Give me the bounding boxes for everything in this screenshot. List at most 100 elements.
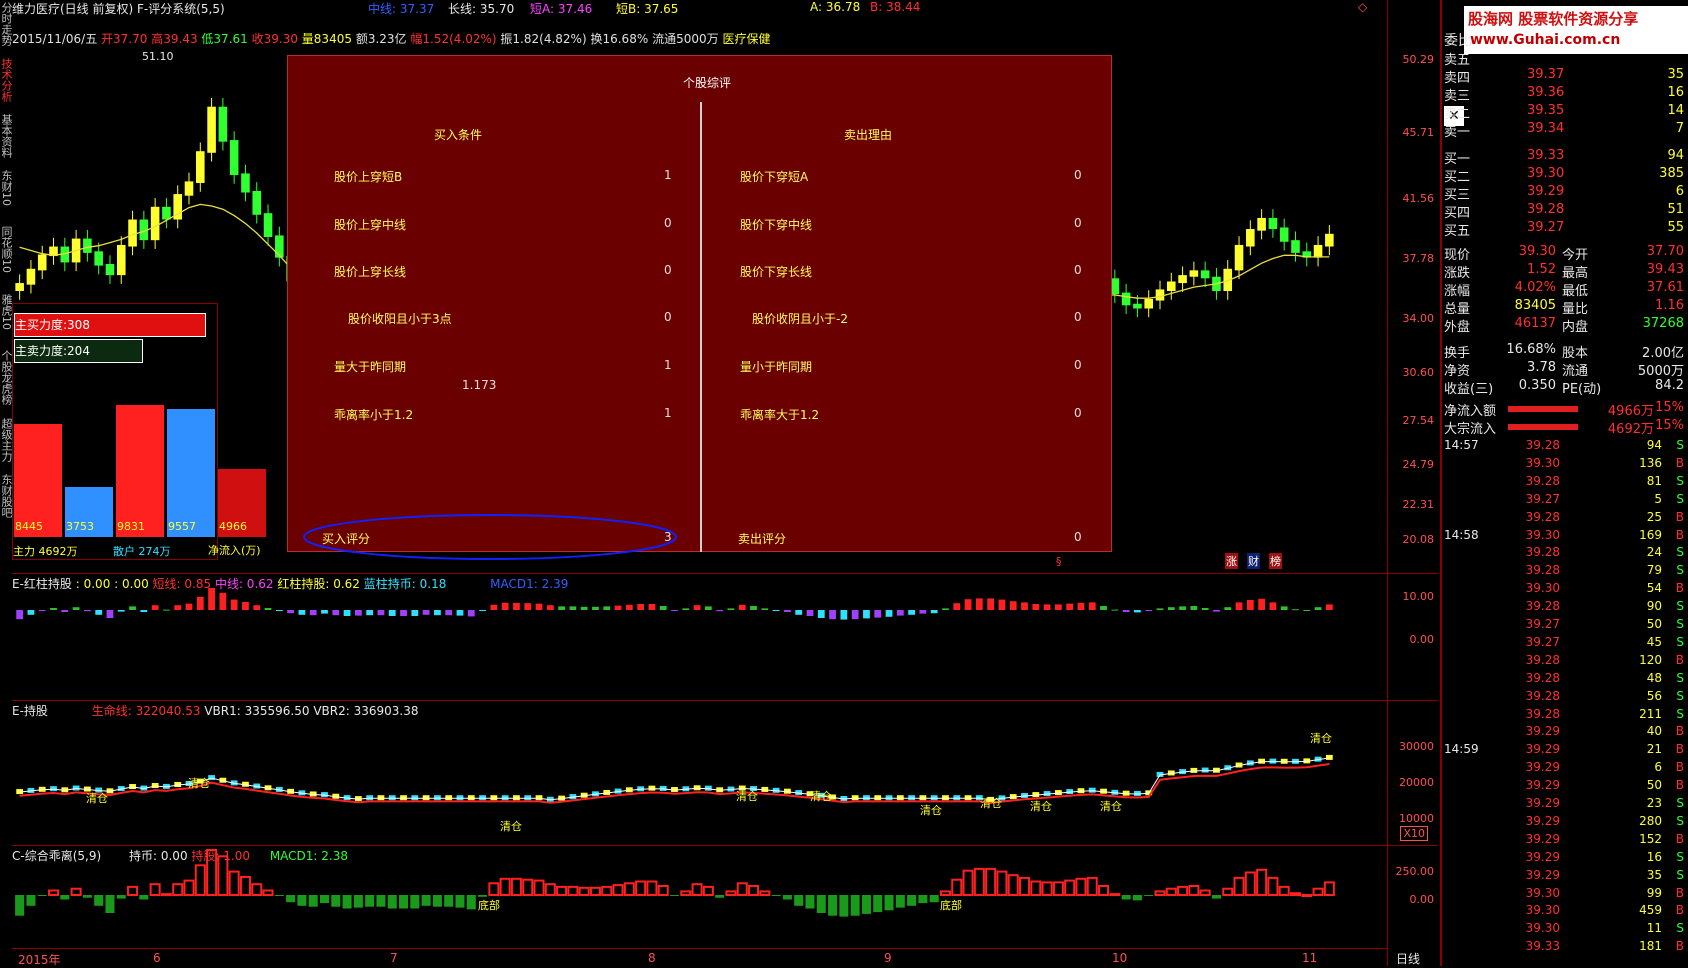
- candle-body: [241, 173, 250, 193]
- order-book-row[interactable]: 卖三 39.36 16: [1442, 85, 1688, 104]
- tick-row: 39.30 54 B: [1442, 581, 1688, 599]
- hold-bar: [1235, 602, 1243, 610]
- deviation-bar: [1211, 895, 1221, 899]
- order-book-row[interactable]: 买二 39.30 385: [1442, 166, 1688, 185]
- hold-bar: [1043, 604, 1051, 610]
- candle-body: [1144, 298, 1153, 309]
- tick-side: B: [1675, 724, 1684, 739]
- vbr1-value: VBR1: 335596.50: [204, 704, 310, 718]
- stat-row: 现价 39.30 今开 37.70: [1442, 244, 1688, 263]
- tick-price: 39.28: [1525, 670, 1560, 685]
- x-tick: 10: [1112, 951, 1128, 965]
- tick-price: 39.28: [1525, 652, 1560, 667]
- tick-volume: 99: [1646, 885, 1662, 900]
- hold-bar: [1122, 610, 1130, 612]
- level-label: 买四: [1444, 206, 1471, 221]
- order-book-row[interactable]: 买一 39.33 94: [1442, 148, 1688, 167]
- stat-label: 流通: [1562, 364, 1589, 379]
- tick-row: 39.30 459 B: [1442, 903, 1688, 921]
- fund-bar-value: 9557: [168, 520, 196, 533]
- order-book-row[interactable]: 买五 39.27 55: [1442, 220, 1688, 239]
- deviation-bar: [466, 895, 476, 910]
- order-book-row[interactable]: 买三 39.29 6: [1442, 184, 1688, 203]
- hold-bar: [490, 604, 498, 610]
- sell-reason-value: 0: [1074, 216, 1082, 230]
- tick-price: 39.30: [1525, 455, 1560, 470]
- hold-bar: [738, 604, 746, 610]
- tick-volume: 181: [1639, 939, 1662, 954]
- deviation-bar: [544, 883, 556, 897]
- candle-body: [128, 219, 137, 247]
- deviation-bar: [149, 883, 161, 897]
- deviation-bar: [725, 890, 737, 897]
- stat-label: 外盘: [1444, 320, 1471, 335]
- tick-row: 39.28 56 S: [1442, 689, 1688, 707]
- marker-bang[interactable]: 榜: [1269, 553, 1282, 569]
- stat-row: 外盘 46137 内盘 37268: [1442, 316, 1688, 335]
- axis-tick: 250.00: [1395, 865, 1435, 878]
- stat-value: 37.61: [1646, 280, 1684, 295]
- hold-bar: [95, 610, 103, 615]
- bottom-marker: 底部: [478, 899, 500, 912]
- deviation-bar: [794, 895, 804, 906]
- hold-bar: [1201, 608, 1209, 610]
- tick-price: 39.28: [1525, 438, 1560, 452]
- deviation-bar: [274, 895, 284, 896]
- order-book-row[interactable]: 卖五: [1442, 49, 1688, 68]
- panel4-title: C-综合乖离(5,9) 持币: 0.00 持股: 1.00 MACD1: 2.3…: [12, 847, 348, 864]
- main-force-label: 主力 4692万: [13, 545, 78, 558]
- deviation-bar: [567, 885, 579, 897]
- clear-position-marker: 清仓: [1030, 800, 1052, 813]
- order-book-row[interactable]: 买四 39.28 51: [1442, 202, 1688, 221]
- hold-bar: [411, 610, 419, 616]
- order-book-row[interactable]: 卖四 39.37 35: [1442, 67, 1688, 86]
- buy-score-highlight-ellipse: [303, 514, 677, 560]
- tick-row: 39.28 24 S: [1442, 545, 1688, 563]
- hold-bar: [1111, 609, 1119, 611]
- period-label[interactable]: 日线: [1396, 950, 1420, 967]
- deviation-bar: [127, 885, 139, 897]
- candle-body: [162, 206, 171, 220]
- stat-value: 1.52: [1527, 262, 1556, 277]
- x-tick: 6: [153, 951, 161, 965]
- hold-bar: [524, 603, 532, 610]
- deviation-bar: [1154, 890, 1166, 897]
- stat-label: 内盘: [1562, 320, 1589, 335]
- tick-row: 39.30 136 B: [1442, 456, 1688, 474]
- red-hold-value: 红柱持股: 0.62: [277, 577, 360, 591]
- x-tick: 2015年: [18, 953, 61, 967]
- hold-bar: [140, 610, 148, 612]
- hold-bar: [377, 610, 385, 616]
- candle-body: [263, 213, 273, 238]
- marker-zhang[interactable]: 涨: [1225, 553, 1238, 569]
- level-label: 买三: [1444, 188, 1471, 203]
- deviation-bar: [399, 895, 409, 909]
- hold-bar: [264, 608, 272, 610]
- hold-bar: [50, 608, 57, 610]
- hold-bar: [400, 610, 407, 616]
- marker-cai[interactable]: 财: [1247, 553, 1260, 569]
- order-book-row[interactable]: 卖一 39.34 7: [1442, 121, 1688, 140]
- x-tick: 8: [648, 951, 656, 965]
- deviation-bar: [1030, 880, 1042, 896]
- deviation-bar: [759, 890, 771, 897]
- panel2-name: E-红柱持股: [12, 577, 72, 591]
- tick-price: 39.30: [1525, 885, 1560, 900]
- hold-bar: [998, 599, 1006, 610]
- tick-row: 39.29 35 S: [1442, 868, 1688, 886]
- deviation-bar: [702, 885, 714, 897]
- deviation-bar: [657, 885, 669, 896]
- candle-body: [207, 106, 216, 153]
- stat-value: 83405: [1514, 298, 1556, 313]
- order-book-row[interactable]: 卖二 39.35 14: [1442, 103, 1688, 122]
- stat-label: 净资: [1444, 364, 1471, 379]
- deviation-bar: [48, 889, 60, 896]
- candle-body: [252, 190, 262, 215]
- deviation-bar: [1075, 877, 1087, 896]
- buy-condition-value: 0: [664, 216, 672, 230]
- tick-price: 39.28: [1525, 545, 1560, 560]
- stat-value: 39.30: [1518, 244, 1556, 259]
- hold-bar: [1269, 602, 1277, 610]
- clear-position-marker: 清仓: [86, 792, 108, 805]
- tick-volume: 211: [1639, 706, 1662, 721]
